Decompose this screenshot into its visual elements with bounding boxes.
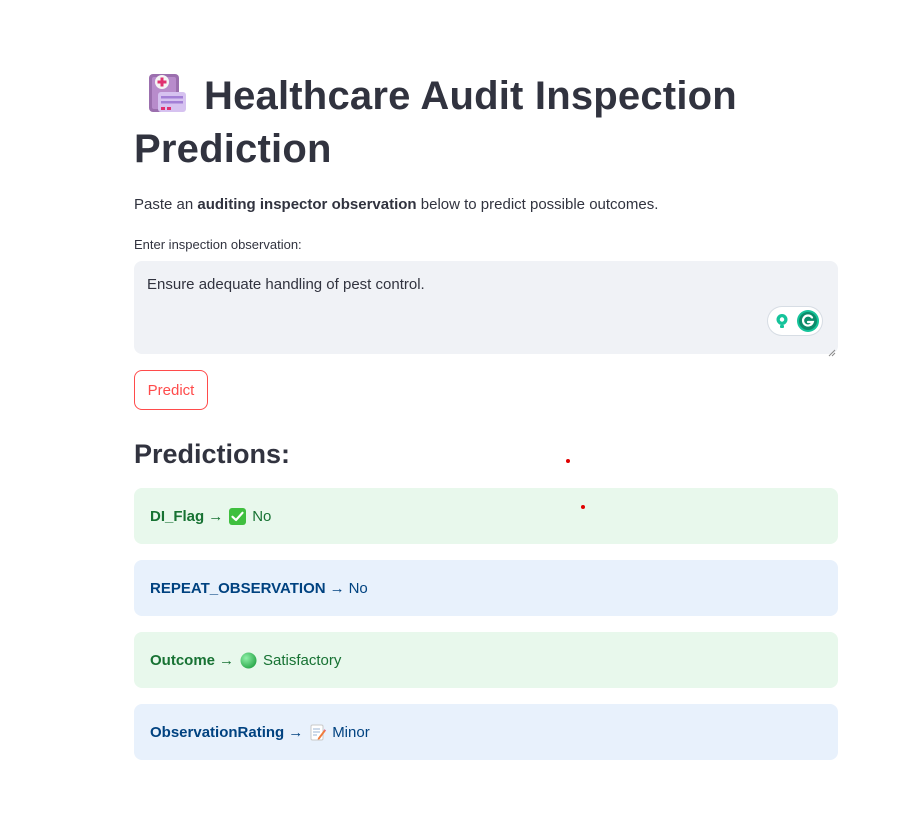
arrow-icon: →: [288, 723, 304, 741]
prediction-outcome: Outcome → Satisfactory: [134, 632, 838, 688]
grammarly-widget[interactable]: [768, 307, 822, 335]
red-dot-marker: [581, 505, 585, 509]
prediction-value: No: [348, 579, 368, 597]
observation-label: Enter inspection observation:: [134, 237, 302, 252]
intro-text: Paste an auditing inspector observation …: [134, 195, 658, 215]
intro-suffix: below to predict possible outcomes.: [416, 196, 659, 213]
arrow-icon: →: [219, 651, 235, 669]
green-circle-icon: [240, 652, 257, 669]
prediction-key: DI_Flag: [150, 507, 205, 525]
clipboard-medical-icon: [146, 71, 190, 115]
lightbulb-icon[interactable]: [774, 313, 790, 329]
observation-text[interactable]: Ensure adequate handling of pest control…: [147, 275, 425, 295]
intro-bold: auditing inspector observation: [197, 196, 417, 213]
page-title-text: Healthcare Audit Inspection Prediction: [134, 74, 737, 171]
prediction-value: No: [252, 507, 272, 525]
prediction-di-flag: DI_Flag → No: [134, 488, 838, 544]
arrow-icon: →: [329, 579, 345, 597]
prediction-observation-rating: ObservationRating → Minor: [134, 704, 838, 760]
predict-button[interactable]: Predict: [134, 370, 208, 410]
prediction-key: Outcome: [150, 651, 216, 669]
prediction-key: REPEAT_OBSERVATION: [150, 579, 326, 597]
prediction-repeat-observation: REPEAT_OBSERVATION → No: [134, 560, 838, 616]
intro-prefix: Paste an: [134, 196, 198, 213]
grammarly-icon[interactable]: [797, 310, 819, 332]
resize-handle-icon[interactable]: [828, 344, 836, 357]
observation-textarea[interactable]: Ensure adequate handling of pest control…: [134, 261, 838, 357]
prediction-key: ObservationRating: [150, 723, 285, 741]
page-title: Healthcare Audit Inspection Prediction: [134, 70, 838, 176]
page-header: Healthcare Audit Inspection Prediction: [134, 70, 838, 176]
check-mark-button-icon: [229, 507, 247, 525]
red-dot-marker: [566, 459, 570, 463]
prediction-value: Satisfactory: [263, 651, 342, 669]
prediction-value: Minor: [332, 723, 370, 741]
memo-icon: [309, 724, 327, 741]
arrow-icon: →: [208, 507, 224, 525]
predictions-heading: Predictions:: [134, 439, 291, 469]
